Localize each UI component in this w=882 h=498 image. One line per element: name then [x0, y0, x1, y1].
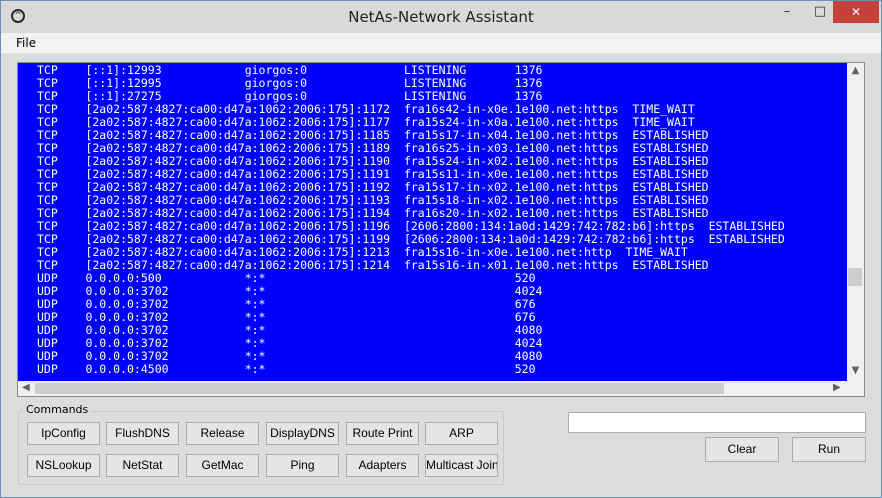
route-print-button[interactable]: Route Print: [346, 422, 419, 445]
horizontal-scroll-thumb[interactable]: [35, 383, 724, 394]
menu-file[interactable]: File: [16, 36, 36, 50]
console-output-text: TCP [::1]:12993 giorgos:0 LISTENING 1376…: [37, 63, 785, 376]
menu-bar: File: [1, 33, 881, 54]
vertical-scrollbar[interactable]: ▲ ▼: [847, 63, 864, 381]
window-title: NetAs-Network Assistant: [348, 8, 534, 26]
app-window: ^ NetAs-Network Assistant – □ ✕ File TCP…: [0, 0, 882, 498]
displaydns-button[interactable]: DisplayDNS: [266, 422, 339, 445]
scroll-down-icon[interactable]: ▼: [847, 365, 864, 376]
adapters-button[interactable]: Adapters: [346, 454, 419, 477]
minimize-button[interactable]: –: [772, 1, 802, 23]
scroll-right-icon[interactable]: ▶: [833, 382, 841, 393]
console-viewport[interactable]: TCP [::1]:12993 giorgos:0 LISTENING 1376…: [18, 63, 847, 381]
ipconfig-button[interactable]: IpConfig: [27, 422, 100, 445]
multicast-joins-button[interactable]: Multicast Joins: [425, 454, 498, 477]
maximize-button[interactable]: □: [805, 1, 835, 23]
close-button[interactable]: ✕: [833, 1, 879, 23]
getmac-button[interactable]: GetMac: [186, 454, 259, 477]
horizontal-scrollbar[interactable]: ◀ ▶: [18, 381, 847, 396]
commands-group-label: Commands: [23, 403, 92, 416]
clear-button[interactable]: Clear: [705, 437, 779, 462]
scroll-up-icon[interactable]: ▲: [847, 65, 864, 76]
run-button[interactable]: Run: [792, 437, 866, 462]
command-input[interactable]: [568, 412, 866, 433]
vertical-scroll-thumb[interactable]: [848, 268, 862, 286]
netstat-button[interactable]: NetStat: [106, 454, 179, 477]
title-bar[interactable]: ^ NetAs-Network Assistant – □ ✕: [1, 1, 881, 33]
output-console[interactable]: TCP [::1]:12993 giorgos:0 LISTENING 1376…: [17, 62, 865, 397]
flushdns-button[interactable]: FlushDNS: [106, 422, 179, 445]
scrollbar-corner: [847, 381, 864, 396]
ping-button[interactable]: Ping: [266, 454, 339, 477]
nslookup-button[interactable]: NSLookup: [27, 454, 100, 477]
arp-button[interactable]: ARP: [425, 422, 498, 445]
release-button[interactable]: Release: [186, 422, 259, 445]
scroll-left-icon[interactable]: ◀: [22, 382, 30, 393]
